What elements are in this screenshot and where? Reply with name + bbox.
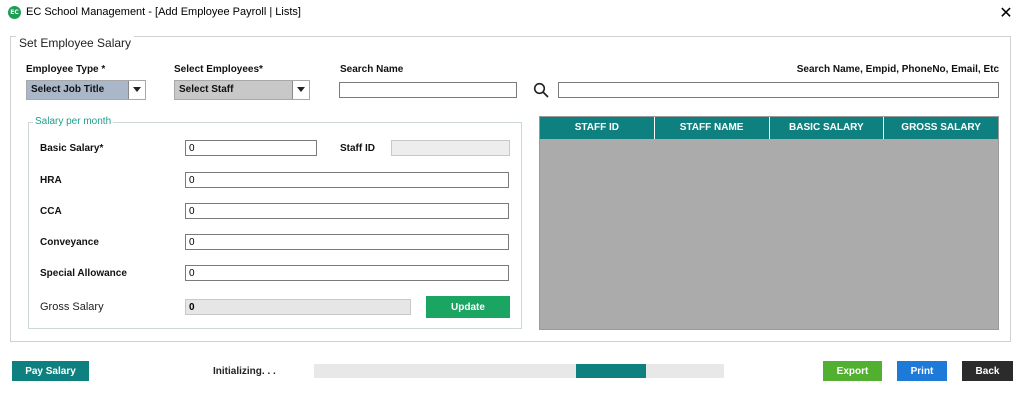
search-name-label: Search Name — [340, 64, 404, 75]
staff-salary-grid[interactable]: STAFF ID STAFF NAME BASIC SALARY GROSS S… — [539, 116, 999, 330]
conveyance-label: Conveyance — [40, 237, 99, 248]
conveyance-input[interactable] — [185, 234, 509, 250]
close-icon[interactable]: ✕ — [996, 3, 1016, 23]
grid-header: STAFF ID STAFF NAME BASIC SALARY GROSS S… — [540, 117, 998, 139]
search-hint-label: Search Name, Empid, PhoneNo, Email, Etc — [796, 64, 999, 75]
progress-bar — [314, 364, 724, 378]
pay-salary-button[interactable]: Pay Salary — [12, 361, 89, 381]
special-allowance-label: Special Allowance — [40, 268, 127, 279]
basic-salary-input[interactable] — [185, 140, 317, 156]
staff-id-label: Staff ID — [340, 143, 375, 154]
gross-salary-field[interactable] — [185, 299, 411, 315]
update-button[interactable]: Update — [426, 296, 510, 318]
gross-salary-label: Gross Salary — [40, 301, 104, 313]
search-icon[interactable] — [533, 82, 549, 98]
grid-col-staff-id[interactable]: STAFF ID — [540, 117, 655, 139]
employee-type-select[interactable]: Select Job Title — [26, 80, 146, 100]
print-button[interactable]: Print — [897, 361, 947, 381]
select-employees-label: Select Employees* — [174, 64, 263, 75]
select-employees-value: Select Staff — [179, 84, 234, 95]
grid-col-gross-salary[interactable]: GROSS SALARY — [884, 117, 998, 139]
chevron-down-icon[interactable] — [292, 81, 309, 99]
staff-id-field[interactable] — [391, 140, 510, 156]
progress-fill — [576, 364, 647, 378]
hra-input[interactable] — [185, 172, 509, 188]
select-employees-select[interactable]: Select Staff — [174, 80, 310, 100]
employee-type-label: Employee Type * — [26, 64, 106, 75]
basic-salary-label: Basic Salary* — [40, 143, 104, 154]
cca-label: CCA — [40, 206, 62, 217]
cca-input[interactable] — [185, 203, 509, 219]
special-allowance-input[interactable] — [185, 265, 509, 281]
employee-type-value: Select Job Title — [31, 84, 105, 95]
salary-per-month-legend: Salary per month — [33, 116, 114, 127]
title-bar: EC EC School Management - [Add Employee … — [0, 0, 1024, 26]
chevron-down-icon[interactable] — [128, 81, 145, 99]
grid-col-staff-name[interactable]: STAFF NAME — [654, 117, 770, 139]
export-button[interactable]: Export — [823, 361, 882, 381]
global-search-input[interactable] — [558, 82, 999, 98]
set-salary-legend: Set Employee Salary — [16, 36, 135, 50]
grid-col-basic-salary[interactable]: BASIC SALARY — [769, 117, 885, 139]
window-title: EC School Management - [Add Employee Pay… — [26, 6, 301, 18]
search-name-input[interactable] — [339, 82, 517, 98]
back-button[interactable]: Back — [962, 361, 1013, 381]
app-logo-icon: EC — [8, 6, 21, 19]
status-text: Initializing. . . — [213, 366, 276, 377]
hra-label: HRA — [40, 175, 62, 186]
